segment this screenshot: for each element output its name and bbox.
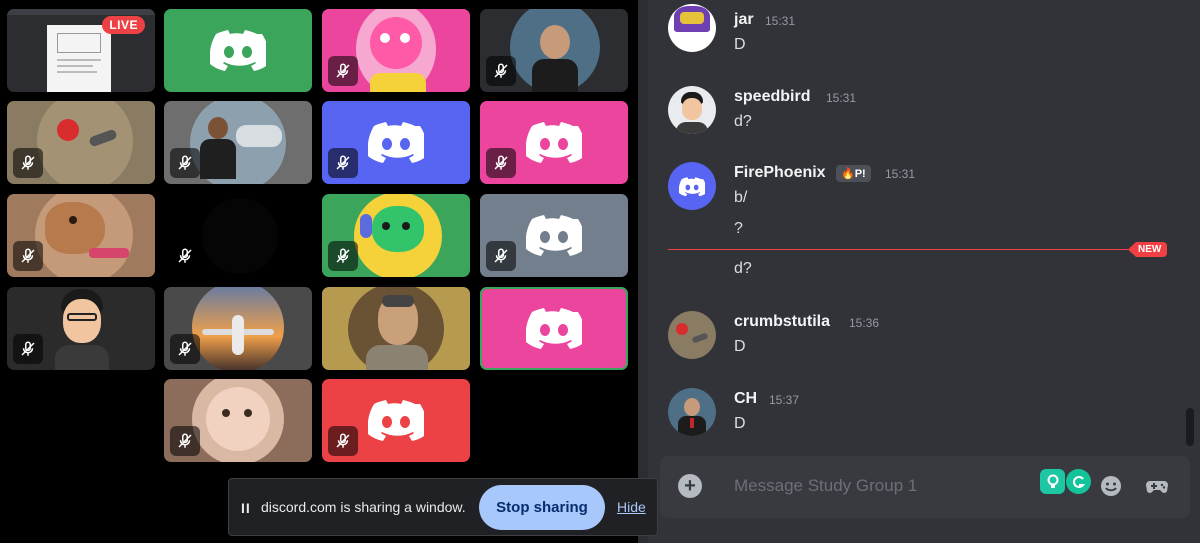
message-text: D: [734, 415, 746, 432]
user-avatar: [202, 198, 278, 274]
discord-logo-icon: [526, 307, 582, 349]
message-text: ?: [734, 220, 743, 237]
user-avatar: [35, 194, 133, 277]
live-badge: LIVE: [102, 16, 145, 34]
drag-handle-icon[interactable]: II: [241, 500, 251, 516]
message-username[interactable]: jar: [734, 11, 754, 29]
emoji-icon[interactable]: [1098, 473, 1124, 499]
avatar: [668, 311, 716, 359]
panel-divider[interactable]: [638, 0, 648, 543]
gamepad-icon[interactable]: [1144, 473, 1170, 499]
avatar: [668, 388, 716, 436]
message-timestamp: 15:36: [849, 316, 880, 330]
stop-sharing-button[interactable]: Stop sharing: [479, 485, 605, 530]
message-input-bar: + Message Study Group 1: [660, 456, 1190, 518]
user-avatar: [192, 287, 284, 370]
discord-logo-icon: [526, 214, 582, 256]
video-tile-user-baby[interactable]: [164, 379, 312, 462]
video-tile-discord-pink[interactable]: [480, 101, 628, 184]
shared-document-preview: [47, 25, 111, 92]
screen-share-bar: II discord.com is sharing a window. Stop…: [228, 478, 658, 536]
chat-scrollbar[interactable]: [1186, 408, 1194, 446]
avatar: [668, 162, 716, 210]
muted-mic-icon: [13, 334, 43, 364]
message-username[interactable]: CH: [734, 390, 757, 408]
user-avatar: [37, 101, 133, 184]
video-grid: LIVE: [0, 0, 640, 543]
video-tile-user-dog[interactable]: [7, 194, 155, 277]
avatar: [668, 86, 716, 134]
muted-mic-icon: [170, 148, 200, 178]
muted-mic-icon: [328, 426, 358, 456]
muted-mic-icon: [328, 241, 358, 271]
user-avatar: [348, 287, 444, 370]
user-avatar: [510, 9, 600, 92]
add-attachment-button[interactable]: +: [678, 474, 702, 498]
text-chat-panel: jar 15:31 D speedbird 15:31 d? FirePhoen…: [648, 0, 1200, 543]
muted-mic-icon: [170, 426, 200, 456]
video-tile-discord-grey[interactable]: [480, 194, 628, 277]
video-tile-user-cartoon[interactable]: [7, 287, 155, 370]
new-messages-divider: [668, 249, 1158, 250]
user-avatar: [190, 101, 286, 184]
muted-mic-icon: [486, 148, 516, 178]
muted-mic-icon: [13, 241, 43, 271]
message-timestamp: 15:37: [769, 393, 800, 407]
message-text: b/: [734, 189, 748, 206]
user-avatar: [356, 9, 436, 92]
video-tile-user-photo-2[interactable]: [7, 101, 155, 184]
discord-logo-icon: [526, 121, 582, 163]
message-username[interactable]: crumbstutila: [734, 313, 830, 331]
avatar: [668, 4, 716, 52]
message-input[interactable]: Message Study Group 1: [734, 476, 917, 496]
user-avatar: [39, 287, 125, 370]
video-tile-discord-blurple[interactable]: [322, 101, 470, 184]
video-tile-discord-red[interactable]: [322, 379, 470, 462]
message-text: D: [734, 36, 746, 53]
lightbulb-icon[interactable]: [1040, 469, 1065, 494]
user-avatar: [354, 194, 442, 277]
video-tile-empty[interactable]: [164, 194, 312, 277]
share-status-text: discord.com is sharing a window.: [261, 499, 466, 515]
discord-logo-icon: [679, 177, 705, 197]
muted-mic-icon: [170, 334, 200, 364]
video-tile-user-green-avatar[interactable]: [322, 194, 470, 277]
message-text: d?: [734, 113, 752, 130]
role-badge: 🔥P!: [836, 165, 871, 182]
discord-logo-icon: [368, 121, 424, 163]
video-tile-user-airplane[interactable]: [164, 287, 312, 370]
muted-mic-icon: [328, 56, 358, 86]
message-timestamp: 15:31: [826, 91, 857, 105]
muted-mic-icon: [13, 148, 43, 178]
muted-mic-icon: [486, 56, 516, 86]
video-tile-user-photo-4[interactable]: [322, 287, 470, 370]
video-tile-discord-pink-speaking[interactable]: [480, 287, 628, 370]
message-username[interactable]: speedbird: [734, 88, 810, 106]
message-timestamp: 15:31: [765, 14, 796, 28]
muted-mic-icon: [328, 148, 358, 178]
video-tile-discord-green[interactable]: [164, 9, 312, 92]
muted-mic-icon: [170, 241, 200, 271]
hide-link[interactable]: Hide: [617, 499, 646, 515]
video-tile-user-photo-1[interactable]: [480, 9, 628, 92]
muted-mic-icon: [486, 241, 516, 271]
grammarly-icon[interactable]: [1066, 469, 1091, 494]
user-avatar: [192, 379, 284, 462]
message-timestamp: 15:31: [885, 167, 916, 181]
video-tile-user-photo-3[interactable]: [164, 101, 312, 184]
discord-logo-icon: [368, 399, 424, 441]
app-root: LIVE jar 15:31 D speedbird 15:31 d? Fire…: [0, 0, 1200, 543]
message-text: d?: [734, 260, 752, 277]
video-tile-screenshare[interactable]: LIVE: [7, 9, 155, 92]
message-username[interactable]: FirePhoenix: [734, 164, 826, 182]
video-tile-user-pink-avatar[interactable]: [322, 9, 470, 92]
new-messages-label: NEW: [1128, 242, 1168, 257]
discord-logo-icon: [210, 29, 266, 71]
message-text: D: [734, 338, 746, 355]
